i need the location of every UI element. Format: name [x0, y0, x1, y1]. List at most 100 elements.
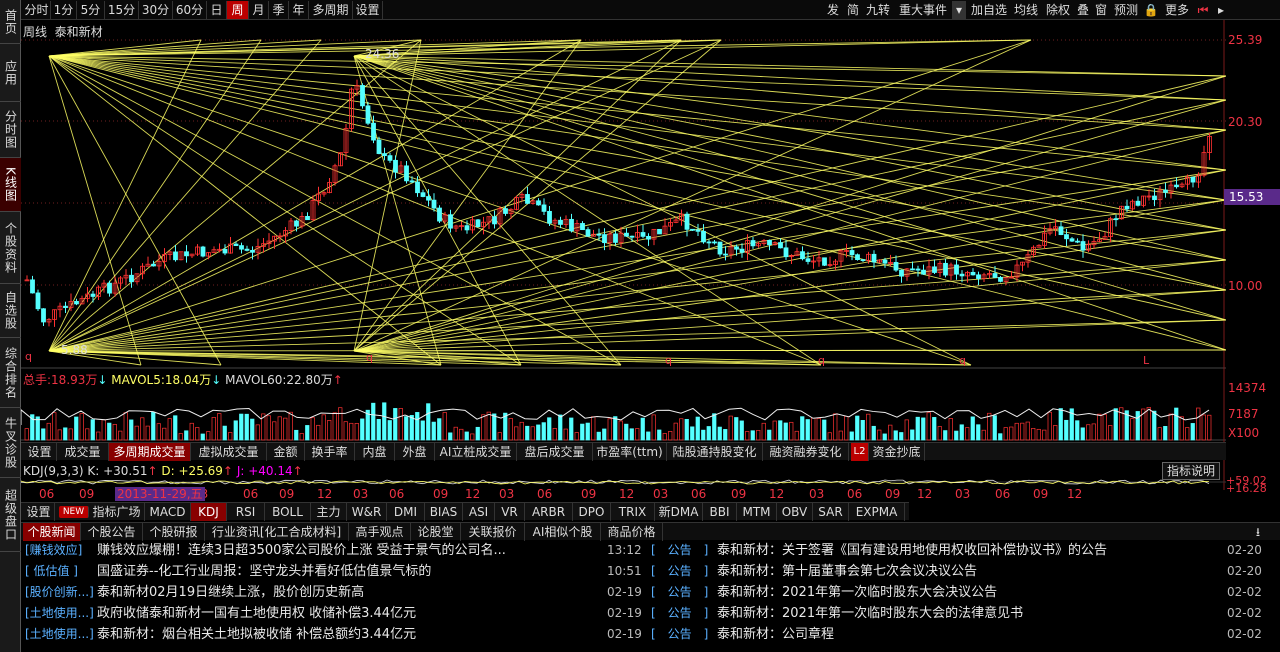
toolbar-fa[interactable]: 发 — [824, 1, 842, 19]
first-page-icon[interactable]: ⏮ — [1195, 1, 1211, 19]
tab-dpo[interactable]: DPO — [573, 503, 611, 521]
tab-commodity[interactable]: 商品价格 — [601, 523, 663, 541]
news-row[interactable]: [土地使用...] 泰和新材：烟台相关土地拟被收储 补偿总额约3.44亿元 02-1… — [25, 624, 645, 645]
period-60m[interactable]: 60分 — [173, 1, 207, 19]
tab-outer[interactable]: 外盘 — [395, 443, 435, 461]
sidebar-kline[interactable]: K线图 — [0, 158, 21, 212]
tab-volume[interactable]: 成交量 — [57, 443, 109, 461]
news-row[interactable]: [ 低估值 ] 国盛证券--化工行业周报：坚守龙头并看好低估值景气标的 10:51 — [25, 561, 645, 582]
tab-amount[interactable]: 金额 — [267, 443, 305, 461]
tab-turnover[interactable]: 换手率 — [305, 443, 355, 461]
tab-arbr[interactable]: ARBR — [525, 503, 573, 521]
news-title[interactable]: 泰和新材：烟台相关土地拟被收储 补偿总额约3.44亿元 — [97, 624, 595, 645]
news-tag[interactable]: [股价创新...] — [25, 582, 97, 603]
download-icon[interactable]: ⭳ — [1249, 523, 1267, 541]
tab-ind-settings[interactable]: 设置 — [23, 503, 55, 521]
tab-ai-volume[interactable]: AI立桩成交量 — [435, 443, 517, 461]
period-multi[interactable]: 多周期 — [309, 1, 353, 19]
play-icon[interactable]: ▸ — [1213, 1, 1229, 19]
period-5m[interactable]: 5分 — [77, 1, 105, 19]
tab-bias[interactable]: BIAS — [425, 503, 463, 521]
period-week[interactable]: 周 — [227, 1, 249, 19]
sidebar-ranking[interactable]: 综合排名 — [0, 338, 21, 408]
tab-macd[interactable]: MACD — [145, 503, 191, 521]
tab-asi[interactable]: ASI — [463, 503, 495, 521]
news-tag[interactable]: [ 公告 ] — [651, 603, 717, 624]
tab-related-quotes[interactable]: 关联报价 — [461, 523, 525, 541]
news-title[interactable]: 政府收储泰和新材一国有土地使用权 收储补偿3.44亿元 — [97, 603, 595, 624]
tab-ai-similar[interactable]: AI相似个股 — [525, 523, 601, 541]
tab-expert-views[interactable]: 高手观点 — [349, 523, 411, 541]
toolbar-jiuzhuan[interactable]: 九转 — [864, 1, 892, 19]
news-row[interactable]: [股价创新...] 泰和新材02月19日继续上涨，股价创历史新高 02-19 — [25, 582, 645, 603]
sidebar-apps[interactable]: 应用 — [0, 44, 21, 102]
period-1m[interactable]: 1分 — [51, 1, 77, 19]
tab-northbound[interactable]: 陆股通持股变化 — [667, 443, 763, 461]
tab-capital-bottom[interactable]: 资金抄底 — [869, 443, 925, 461]
tab-rsi[interactable]: RSI — [227, 503, 265, 521]
news-title[interactable]: 泰和新材：2021年第一次临时股东大会的法律意见书 — [717, 603, 1217, 624]
tab-indicator-square[interactable]: 指标广场 — [89, 503, 145, 521]
toolbar-exright[interactable]: 除权 — [1043, 1, 1073, 19]
sidebar-watchlist[interactable]: 自选股 — [0, 284, 21, 338]
sidebar-diagnose[interactable]: 牛叉诊股 — [0, 408, 21, 478]
tab-wr[interactable]: W&R — [347, 503, 387, 521]
kline-chart[interactable]: 24.36 5.88 q q q q q L — [21, 20, 1226, 490]
period-month[interactable]: 月 — [249, 1, 269, 19]
news-row[interactable]: [ 公告 ] 泰和新材：第十届董事会第七次会议决议公告 02-20 — [651, 561, 1280, 582]
tab-vol-settings[interactable]: 设置 — [23, 443, 57, 461]
tab-virtual-volume[interactable]: 虚拟成交量 — [191, 443, 267, 461]
tab-boll[interactable]: BOLL — [265, 503, 311, 521]
lock-icon[interactable]: 🔒 — [1143, 1, 1159, 19]
chevron-down-icon[interactable]: ▾ — [952, 1, 966, 19]
period-30m[interactable]: 30分 — [139, 1, 173, 19]
tab-after-hours[interactable]: 盘后成交量 — [517, 443, 593, 461]
tab-dmi[interactable]: DMI — [387, 503, 425, 521]
news-title[interactable]: 泰和新材：关于签署《国有建设用地使用权收回补偿协议书》的公告 — [717, 540, 1217, 561]
news-title[interactable]: 泰和新材02月19日继续上涨，股价创历史新高 — [97, 582, 595, 603]
tab-stock-news[interactable]: 个股新闻 — [23, 523, 81, 541]
news-title[interactable]: 泰和新材：公司章程 — [717, 624, 1217, 645]
news-row[interactable]: [赚钱效应] 赚钱效应爆棚！连续3日超3500家公司股价上涨 受益于景气的公司名.… — [25, 540, 645, 561]
period-settings[interactable]: 设置 — [353, 1, 383, 19]
news-tag[interactable]: [ 公告 ] — [651, 624, 717, 645]
period-15m[interactable]: 15分 — [105, 1, 139, 19]
sidebar-profile[interactable]: 个股资料 — [0, 212, 21, 284]
news-title[interactable]: 赚钱效应爆棚！连续3日超3500家公司股价上涨 受益于景气的公司名... — [97, 540, 595, 561]
toolbar-jian[interactable]: 简 — [844, 1, 862, 19]
toolbar-more[interactable]: 更多 — [1161, 1, 1193, 19]
sidebar-home[interactable]: 首页 — [0, 0, 21, 44]
tab-kdj[interactable]: KDJ — [191, 503, 227, 521]
news-tag[interactable]: [ 公告 ] — [651, 540, 717, 561]
tab-inner[interactable]: 内盘 — [355, 443, 395, 461]
toolbar-window[interactable]: 窗 — [1093, 1, 1109, 19]
tab-pe[interactable]: 市盈率(ttm) — [593, 443, 667, 461]
tab-multi-volume[interactable]: 多周期成交量 — [109, 443, 191, 461]
sidebar-orderbook[interactable]: 超级盘口 — [0, 478, 21, 552]
news-row[interactable]: [ 公告 ] 泰和新材：公司章程 02-02 — [651, 624, 1280, 645]
tab-trix[interactable]: TRIX — [611, 503, 655, 521]
toolbar-add-watch[interactable]: 加自选 — [969, 1, 1009, 19]
tab-industry-news[interactable]: 行业资讯[化工合成材料] — [205, 523, 349, 541]
tab-forum[interactable]: 论股堂 — [411, 523, 461, 541]
news-tag[interactable]: [土地使用...] — [25, 624, 97, 645]
toolbar-ma[interactable]: 均线 — [1011, 1, 1041, 19]
tab-bbi[interactable]: BBI — [703, 503, 737, 521]
period-quarter[interactable]: 季 — [269, 1, 289, 19]
tab-obv[interactable]: OBV — [777, 503, 813, 521]
news-tag[interactable]: [ 低估值 ] — [25, 561, 97, 582]
news-tag[interactable]: [ 公告 ] — [651, 561, 717, 582]
news-title[interactable]: 泰和新材：2021年第一次临时股东大会决议公告 — [717, 582, 1217, 603]
news-tag[interactable]: [ 公告 ] — [651, 582, 717, 603]
tab-sar[interactable]: SAR — [813, 503, 849, 521]
period-day[interactable]: 日 — [207, 1, 227, 19]
news-row[interactable]: [土地使用...] 政府收储泰和新材一国有土地使用权 收储补偿3.44亿元 02-1… — [25, 603, 645, 624]
news-title[interactable]: 国盛证券--化工行业周报：坚守龙头并看好低估值景气标的 — [97, 561, 595, 582]
tab-new-dma[interactable]: 新DMA — [655, 503, 703, 521]
toolbar-forecast[interactable]: 预测 — [1111, 1, 1141, 19]
news-row[interactable]: [ 公告 ] 泰和新材：2021年第一次临时股东大会的法律意见书 02-02 — [651, 603, 1280, 624]
tab-margin[interactable]: 融资融券变化 — [763, 443, 849, 461]
tab-mtm[interactable]: MTM — [737, 503, 777, 521]
tab-announcements[interactable]: 个股公告 — [81, 523, 143, 541]
toolbar-major-events[interactable]: 重大事件 — [894, 1, 952, 19]
